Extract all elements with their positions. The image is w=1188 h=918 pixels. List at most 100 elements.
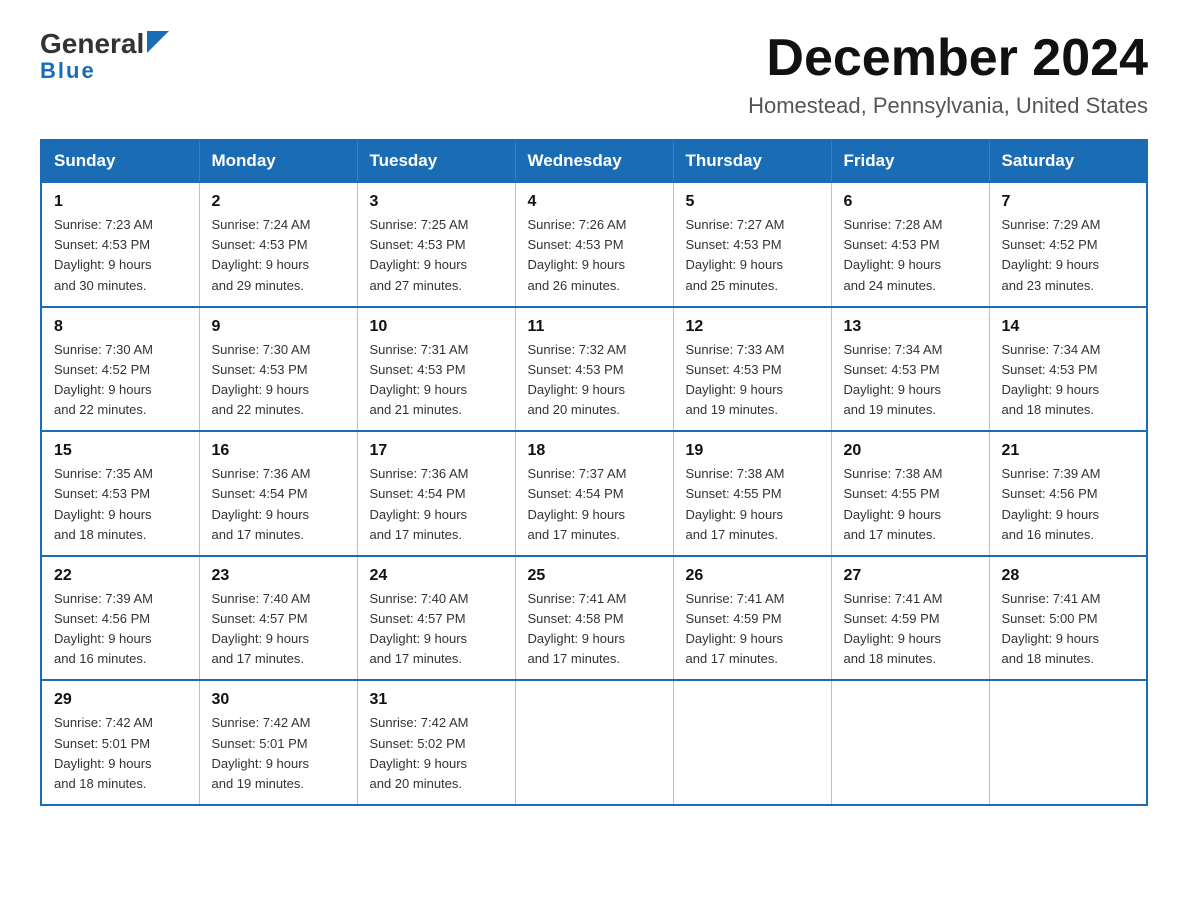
main-title: December 2024 bbox=[748, 30, 1148, 87]
calendar-day-cell: 28 Sunrise: 7:41 AMSunset: 5:00 PMDaylig… bbox=[989, 556, 1147, 681]
day-number: 27 bbox=[844, 567, 977, 585]
calendar-week-row: 15 Sunrise: 7:35 AMSunset: 4:53 PMDaylig… bbox=[41, 431, 1147, 556]
day-number: 25 bbox=[528, 567, 661, 585]
day-number: 17 bbox=[370, 442, 503, 460]
header-wednesday: Wednesday bbox=[515, 140, 673, 182]
calendar-day-cell: 11 Sunrise: 7:32 AMSunset: 4:53 PMDaylig… bbox=[515, 307, 673, 432]
day-info: Sunrise: 7:42 AMSunset: 5:01 PMDaylight:… bbox=[212, 713, 345, 794]
day-info: Sunrise: 7:24 AMSunset: 4:53 PMDaylight:… bbox=[212, 215, 345, 296]
calendar-week-row: 29 Sunrise: 7:42 AMSunset: 5:01 PMDaylig… bbox=[41, 680, 1147, 805]
calendar-day-cell bbox=[515, 680, 673, 805]
day-info: Sunrise: 7:34 AMSunset: 4:53 PMDaylight:… bbox=[844, 340, 977, 421]
day-info: Sunrise: 7:25 AMSunset: 4:53 PMDaylight:… bbox=[370, 215, 503, 296]
day-number: 18 bbox=[528, 442, 661, 460]
day-info: Sunrise: 7:40 AMSunset: 4:57 PMDaylight:… bbox=[212, 589, 345, 670]
header-thursday: Thursday bbox=[673, 140, 831, 182]
calendar-day-cell: 4 Sunrise: 7:26 AMSunset: 4:53 PMDayligh… bbox=[515, 182, 673, 307]
day-info: Sunrise: 7:40 AMSunset: 4:57 PMDaylight:… bbox=[370, 589, 503, 670]
calendar-day-cell: 10 Sunrise: 7:31 AMSunset: 4:53 PMDaylig… bbox=[357, 307, 515, 432]
day-info: Sunrise: 7:42 AMSunset: 5:01 PMDaylight:… bbox=[54, 713, 187, 794]
day-number: 22 bbox=[54, 567, 187, 585]
day-number: 4 bbox=[528, 193, 661, 211]
day-info: Sunrise: 7:27 AMSunset: 4:53 PMDaylight:… bbox=[686, 215, 819, 296]
calendar-day-cell: 17 Sunrise: 7:36 AMSunset: 4:54 PMDaylig… bbox=[357, 431, 515, 556]
day-info: Sunrise: 7:34 AMSunset: 4:53 PMDaylight:… bbox=[1002, 340, 1135, 421]
days-of-week-row: Sunday Monday Tuesday Wednesday Thursday… bbox=[41, 140, 1147, 182]
day-number: 5 bbox=[686, 193, 819, 211]
day-info: Sunrise: 7:41 AMSunset: 5:00 PMDaylight:… bbox=[1002, 589, 1135, 670]
title-block: December 2024 Homestead, Pennsylvania, U… bbox=[748, 30, 1148, 119]
day-number: 28 bbox=[1002, 567, 1135, 585]
calendar-day-cell: 1 Sunrise: 7:23 AMSunset: 4:53 PMDayligh… bbox=[41, 182, 199, 307]
day-number: 21 bbox=[1002, 442, 1135, 460]
page-header: General Blue December 2024 Homestead, Pe… bbox=[40, 30, 1148, 119]
calendar-table: Sunday Monday Tuesday Wednesday Thursday… bbox=[40, 139, 1148, 806]
day-info: Sunrise: 7:30 AMSunset: 4:52 PMDaylight:… bbox=[54, 340, 187, 421]
day-number: 15 bbox=[54, 442, 187, 460]
day-number: 30 bbox=[212, 691, 345, 709]
day-info: Sunrise: 7:31 AMSunset: 4:53 PMDaylight:… bbox=[370, 340, 503, 421]
day-info: Sunrise: 7:39 AMSunset: 4:56 PMDaylight:… bbox=[1002, 464, 1135, 545]
header-tuesday: Tuesday bbox=[357, 140, 515, 182]
day-number: 6 bbox=[844, 193, 977, 211]
header-monday: Monday bbox=[199, 140, 357, 182]
day-info: Sunrise: 7:42 AMSunset: 5:02 PMDaylight:… bbox=[370, 713, 503, 794]
calendar-day-cell: 7 Sunrise: 7:29 AMSunset: 4:52 PMDayligh… bbox=[989, 182, 1147, 307]
calendar-day-cell: 12 Sunrise: 7:33 AMSunset: 4:53 PMDaylig… bbox=[673, 307, 831, 432]
calendar-day-cell: 19 Sunrise: 7:38 AMSunset: 4:55 PMDaylig… bbox=[673, 431, 831, 556]
day-number: 13 bbox=[844, 318, 977, 336]
calendar-day-cell: 16 Sunrise: 7:36 AMSunset: 4:54 PMDaylig… bbox=[199, 431, 357, 556]
day-info: Sunrise: 7:41 AMSunset: 4:59 PMDaylight:… bbox=[686, 589, 819, 670]
day-info: Sunrise: 7:35 AMSunset: 4:53 PMDaylight:… bbox=[54, 464, 187, 545]
calendar-day-cell: 27 Sunrise: 7:41 AMSunset: 4:59 PMDaylig… bbox=[831, 556, 989, 681]
day-info: Sunrise: 7:26 AMSunset: 4:53 PMDaylight:… bbox=[528, 215, 661, 296]
calendar-day-cell: 5 Sunrise: 7:27 AMSunset: 4:53 PMDayligh… bbox=[673, 182, 831, 307]
day-info: Sunrise: 7:37 AMSunset: 4:54 PMDaylight:… bbox=[528, 464, 661, 545]
calendar-day-cell: 13 Sunrise: 7:34 AMSunset: 4:53 PMDaylig… bbox=[831, 307, 989, 432]
calendar-day-cell: 18 Sunrise: 7:37 AMSunset: 4:54 PMDaylig… bbox=[515, 431, 673, 556]
calendar-week-row: 22 Sunrise: 7:39 AMSunset: 4:56 PMDaylig… bbox=[41, 556, 1147, 681]
day-info: Sunrise: 7:23 AMSunset: 4:53 PMDaylight:… bbox=[54, 215, 187, 296]
calendar-day-cell: 15 Sunrise: 7:35 AMSunset: 4:53 PMDaylig… bbox=[41, 431, 199, 556]
day-number: 24 bbox=[370, 567, 503, 585]
day-number: 23 bbox=[212, 567, 345, 585]
calendar-day-cell: 25 Sunrise: 7:41 AMSunset: 4:58 PMDaylig… bbox=[515, 556, 673, 681]
day-number: 26 bbox=[686, 567, 819, 585]
day-info: Sunrise: 7:29 AMSunset: 4:52 PMDaylight:… bbox=[1002, 215, 1135, 296]
calendar-day-cell: 24 Sunrise: 7:40 AMSunset: 4:57 PMDaylig… bbox=[357, 556, 515, 681]
calendar-day-cell: 6 Sunrise: 7:28 AMSunset: 4:53 PMDayligh… bbox=[831, 182, 989, 307]
day-number: 16 bbox=[212, 442, 345, 460]
calendar-day-cell: 31 Sunrise: 7:42 AMSunset: 5:02 PMDaylig… bbox=[357, 680, 515, 805]
header-saturday: Saturday bbox=[989, 140, 1147, 182]
header-friday: Friday bbox=[831, 140, 989, 182]
calendar-day-cell: 20 Sunrise: 7:38 AMSunset: 4:55 PMDaylig… bbox=[831, 431, 989, 556]
calendar-day-cell: 14 Sunrise: 7:34 AMSunset: 4:53 PMDaylig… bbox=[989, 307, 1147, 432]
subtitle: Homestead, Pennsylvania, United States bbox=[748, 93, 1148, 119]
day-number: 20 bbox=[844, 442, 977, 460]
day-info: Sunrise: 7:41 AMSunset: 4:59 PMDaylight:… bbox=[844, 589, 977, 670]
day-number: 2 bbox=[212, 193, 345, 211]
calendar-day-cell bbox=[989, 680, 1147, 805]
day-number: 29 bbox=[54, 691, 187, 709]
calendar-day-cell: 2 Sunrise: 7:24 AMSunset: 4:53 PMDayligh… bbox=[199, 182, 357, 307]
day-info: Sunrise: 7:30 AMSunset: 4:53 PMDaylight:… bbox=[212, 340, 345, 421]
day-info: Sunrise: 7:38 AMSunset: 4:55 PMDaylight:… bbox=[844, 464, 977, 545]
day-number: 9 bbox=[212, 318, 345, 336]
day-number: 31 bbox=[370, 691, 503, 709]
calendar-day-cell: 26 Sunrise: 7:41 AMSunset: 4:59 PMDaylig… bbox=[673, 556, 831, 681]
day-number: 19 bbox=[686, 442, 819, 460]
day-number: 12 bbox=[686, 318, 819, 336]
logo-general-text: General bbox=[40, 30, 144, 58]
calendar-day-cell: 30 Sunrise: 7:42 AMSunset: 5:01 PMDaylig… bbox=[199, 680, 357, 805]
calendar-day-cell: 9 Sunrise: 7:30 AMSunset: 4:53 PMDayligh… bbox=[199, 307, 357, 432]
day-number: 10 bbox=[370, 318, 503, 336]
day-info: Sunrise: 7:41 AMSunset: 4:58 PMDaylight:… bbox=[528, 589, 661, 670]
day-number: 8 bbox=[54, 318, 187, 336]
day-info: Sunrise: 7:28 AMSunset: 4:53 PMDaylight:… bbox=[844, 215, 977, 296]
day-number: 14 bbox=[1002, 318, 1135, 336]
header-sunday: Sunday bbox=[41, 140, 199, 182]
day-number: 7 bbox=[1002, 193, 1135, 211]
calendar-day-cell: 22 Sunrise: 7:39 AMSunset: 4:56 PMDaylig… bbox=[41, 556, 199, 681]
day-info: Sunrise: 7:33 AMSunset: 4:53 PMDaylight:… bbox=[686, 340, 819, 421]
day-info: Sunrise: 7:36 AMSunset: 4:54 PMDaylight:… bbox=[370, 464, 503, 545]
